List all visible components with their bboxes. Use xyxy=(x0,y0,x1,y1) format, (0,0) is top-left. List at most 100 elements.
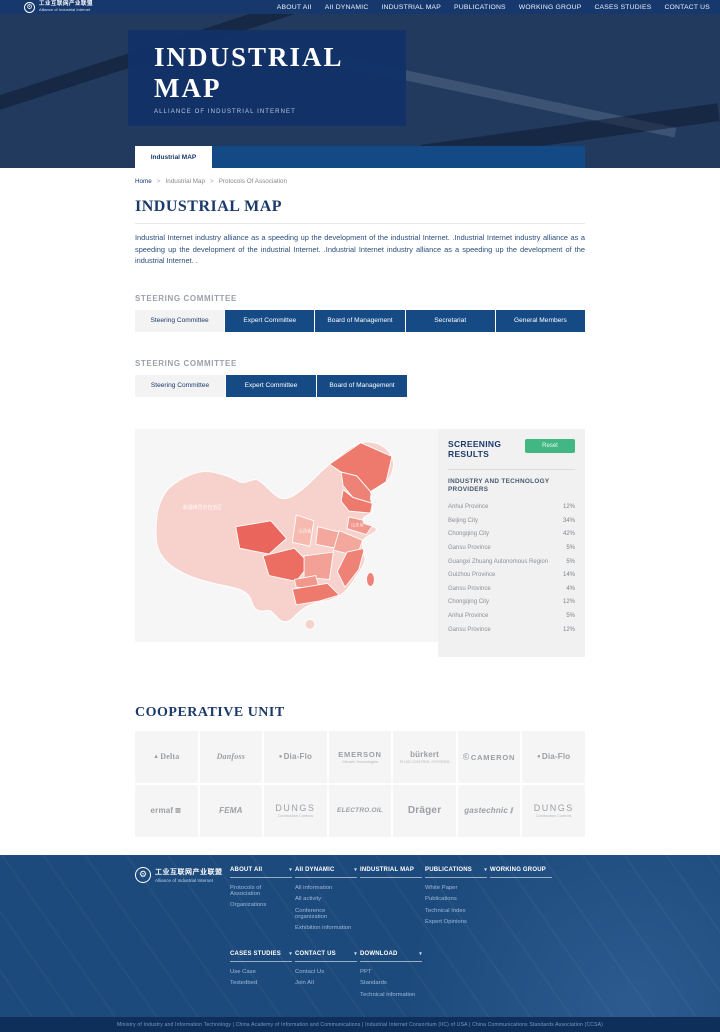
breadcrumb-separator: > xyxy=(210,178,214,185)
tab-steering-committee[interactable]: Steering Committee xyxy=(135,310,224,332)
screening-row: Guangxi Zhuang Autonomous Region5% xyxy=(448,555,575,569)
tab-secretariat[interactable]: Secretariat xyxy=(406,310,495,332)
footer-col-download: DOWNLOAD▾ PPT Standards Technical inform… xyxy=(360,951,422,1004)
hero-tab-strip: Industrial MAP xyxy=(135,146,585,168)
province-region-taiwan[interactable] xyxy=(367,572,375,586)
footer-link-join-aii[interactable]: Join AII xyxy=(295,980,357,986)
footer-link-conference[interactable]: Conference organization xyxy=(295,908,357,920)
footer-link-ppt[interactable]: PPT xyxy=(360,969,422,975)
screening-row: Gansu Province 12% xyxy=(448,623,575,637)
footer-col-about-header[interactable]: ABOUT AII▾ xyxy=(230,867,292,878)
province-value: 4% xyxy=(566,586,575,592)
tab2-board-of-management[interactable]: Board of Management xyxy=(317,375,407,397)
nav-item-about[interactable]: ABOUT AII xyxy=(277,4,312,11)
province-region[interactable] xyxy=(304,552,333,579)
province-name: Anhui Province xyxy=(448,504,488,510)
square-icon: ▨ xyxy=(173,808,181,814)
province-value: 5% xyxy=(566,545,575,551)
footer-link-organizations[interactable]: Organizations xyxy=(230,902,292,908)
triangle-icon: ▲ xyxy=(153,754,159,760)
partner-logo-danfoss: Danfoss xyxy=(200,731,263,783)
footer-link-technical-index[interactable]: Technical Index xyxy=(425,908,487,914)
footer-col-working-group-header[interactable]: WORKING GROUP xyxy=(490,867,552,878)
footer-link-all-activity[interactable]: All activity xyxy=(295,896,357,902)
site-logo[interactable]: ⚙ 工业互联网产业联盟 Alliance of Industrial Inter… xyxy=(24,2,96,13)
footer-link-all-information[interactable]: All information xyxy=(295,885,357,891)
footer-link-protocols[interactable]: Protocols of Association xyxy=(230,885,292,897)
map-label-xinjiang: 新疆维吾尔自治区 xyxy=(183,504,222,511)
partner-logo-delta: ▲Delta xyxy=(135,731,198,783)
footer-col-industrial-map-header[interactable]: INDUSTRIAL MAP xyxy=(360,867,422,878)
nav-item-industrial-map[interactable]: INDUSTRIAL MAP xyxy=(381,4,441,11)
breadcrumb-industrial-map[interactable]: Industrial Map xyxy=(165,178,205,185)
breadcrumb-home[interactable]: Home xyxy=(135,178,152,185)
screening-row: Gansu Province5% xyxy=(448,541,575,555)
map-label-shandong: 山东省 xyxy=(351,521,365,528)
screening-results-title: SCREENING RESULTS xyxy=(448,439,501,459)
footer-link-exhibition[interactable]: Exhibition information xyxy=(295,925,357,931)
screening-row: Anhui Province5% xyxy=(448,609,575,623)
map-label-shanxi: 山西省 xyxy=(298,527,312,534)
china-map-container: 新疆维吾尔自治区 山西省 山东省 xyxy=(135,429,438,642)
screening-row: Guizhou Province14% xyxy=(448,568,575,582)
footer-col-publications-header[interactable]: PUBLICATIONS▾ xyxy=(425,867,487,878)
screening-row: Anhui Province12% xyxy=(448,501,575,515)
slashes-icon: ∥ xyxy=(508,808,513,814)
province-name: Gansu Province xyxy=(448,627,491,633)
footer-link-testedbed[interactable]: Testedbed xyxy=(230,980,292,986)
partner-logo-fema: FEMA xyxy=(200,785,263,837)
province-name: Anhui Province xyxy=(448,613,488,619)
footer-link-technical-information[interactable]: Technical information xyxy=(360,992,422,998)
tab2-expert-committee[interactable]: Expert Committee xyxy=(226,375,316,397)
committee-tabs-1: Steering Committee Expert Committee Boar… xyxy=(135,310,585,332)
footer-partners-text: Ministry of Industry and Information Tec… xyxy=(117,1022,603,1028)
footer-link-contact-us[interactable]: Contact Us xyxy=(295,969,357,975)
hero-subtitle: ALLIANCE OF INDUSTRIAL INTERNET xyxy=(154,109,406,115)
footer-col-dynamic: AII DYNAMIC▾ All information All activit… xyxy=(295,867,357,937)
screening-row: Chongqing City42% xyxy=(448,528,575,542)
nav-item-working-group[interactable]: WORKING GROUP xyxy=(519,4,582,11)
china-choropleth-map[interactable]: 新疆维吾尔自治区 山西省 山东省 xyxy=(139,433,434,638)
footer-link-publications[interactable]: Publications xyxy=(425,896,487,902)
section-label-steering-committee-2: STEERING COMMITTEE xyxy=(135,359,585,368)
province-name: Gansu Province xyxy=(448,586,491,592)
nav-item-publications[interactable]: PUBLICATIONS xyxy=(454,4,506,11)
footer-link-expert-opinions[interactable]: Expert Opinions xyxy=(425,919,487,925)
tab2-steering-committee[interactable]: Steering Committee xyxy=(135,375,225,397)
province-value: 42% xyxy=(563,531,575,537)
footer-col-working-group: WORKING GROUP xyxy=(490,867,552,937)
dot-icon: ● xyxy=(279,754,283,760)
c-mark-icon: Ⓒ xyxy=(463,755,470,761)
footer-link-standards[interactable]: Standards xyxy=(360,980,422,986)
footer-link-use-case[interactable]: Use Case xyxy=(230,969,292,975)
province-value: 14% xyxy=(563,572,575,578)
partner-logo-dungs-2: DUNGSCombustion Controls xyxy=(522,785,585,837)
nav-item-cases-studies[interactable]: CASES STUDIES xyxy=(594,4,651,11)
footer-col-industrial-map: INDUSTRIAL MAP xyxy=(360,867,422,937)
footer-col-dynamic-header[interactable]: AII DYNAMIC▾ xyxy=(295,867,357,878)
main-content: Home > Industrial Map > Protocols Of Ass… xyxy=(135,178,585,837)
hero-tab-bar xyxy=(212,146,585,168)
province-value: 12% xyxy=(563,599,575,605)
nav-item-dynamic[interactable]: AII DYNAMIC xyxy=(325,4,369,11)
province-region-hainan[interactable] xyxy=(305,619,315,629)
hero-tab-industrial-map[interactable]: Industrial MAP xyxy=(135,146,212,168)
nav-item-contact-us[interactable]: CONTACT US xyxy=(664,4,710,11)
partner-logo-burkert: bürkertFLUID CONTROL SYSTEMS xyxy=(393,731,456,783)
page-title: INDUSTRIAL MAP xyxy=(135,198,585,224)
partner-logo-cameron: ⒸCAMERON xyxy=(458,731,521,783)
screening-row: Beijing City34% xyxy=(448,514,575,528)
province-value: 12% xyxy=(563,627,575,633)
hero-title: INDUSTRIAL MAP xyxy=(154,42,406,104)
tab-expert-committee[interactable]: Expert Committee xyxy=(225,310,314,332)
partner-logo-drager: Dräger xyxy=(393,785,456,837)
reset-button[interactable]: Reset xyxy=(525,439,575,453)
footer-logo[interactable]: ⚙ 工业互联网产业联盟 Alliance of Industrial Inter… xyxy=(135,867,230,937)
tab-general-members[interactable]: General Members xyxy=(496,310,585,332)
map-and-results-section: 新疆维吾尔自治区 山西省 山东省 SCREENING RESULTS Reset… xyxy=(135,429,585,675)
hero-title-panel: INDUSTRIAL MAP ALLIANCE OF INDUSTRIAL IN… xyxy=(128,30,406,126)
province-name: Beijing City xyxy=(448,518,478,524)
screening-results-panel: SCREENING RESULTS Reset INDUSTRY AND TEC… xyxy=(438,429,585,657)
footer-link-white-paper[interactable]: White Paper xyxy=(425,885,487,891)
tab-board-of-management[interactable]: Board of Management xyxy=(315,310,404,332)
